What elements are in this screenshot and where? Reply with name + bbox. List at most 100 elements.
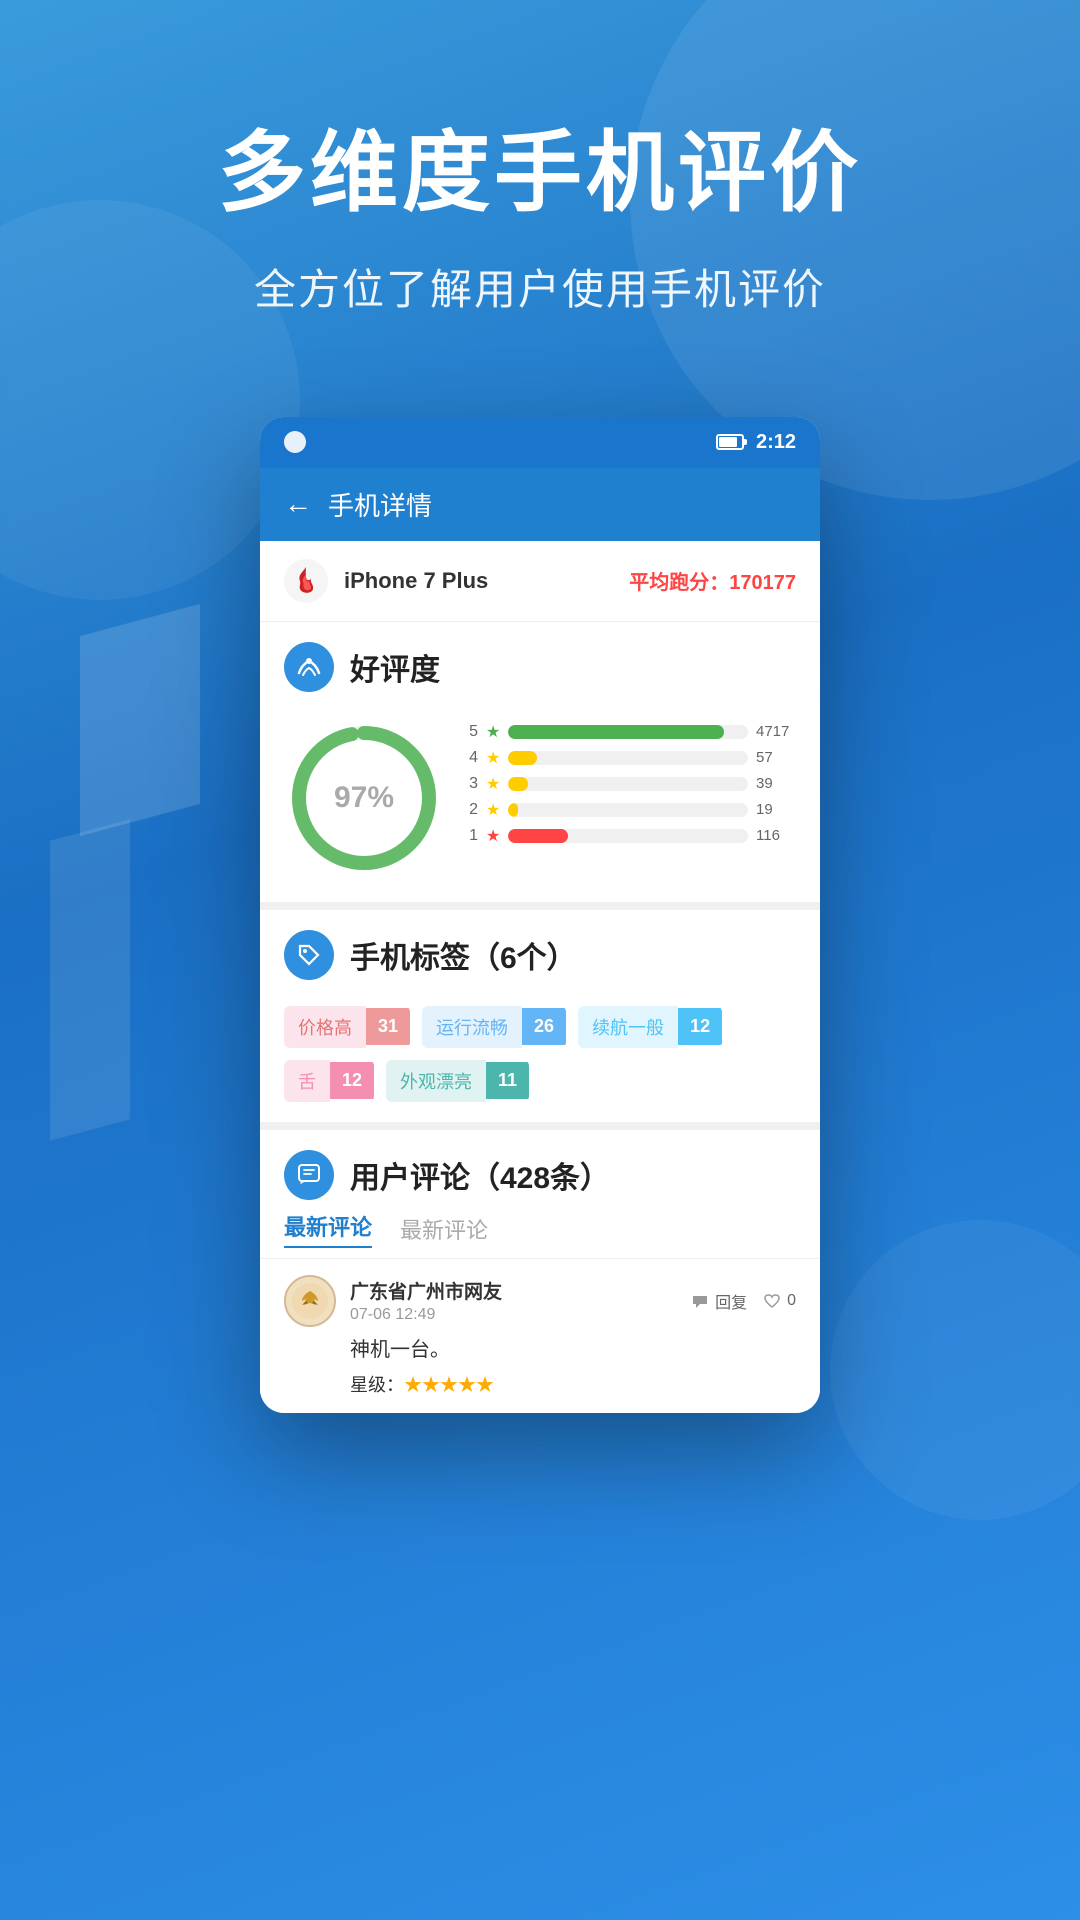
app-icon [284,431,306,453]
hero-title: 多维度手机评价 [0,120,1080,226]
star-icon: ★ [486,826,500,846]
bar-fill [508,725,724,739]
bar-track [508,777,748,791]
bar-row: 1 ★ 116 [464,826,796,846]
rating-section: 好评度 97% 5 ★ 4717 [260,622,820,910]
tag-item[interactable]: 舌 12 [284,1060,374,1102]
bar-fill [508,751,537,765]
star-icon: ★ [486,722,500,742]
bar-star-number: 2 [464,801,478,819]
status-bar: 2:12 [260,417,820,468]
bar-row: 5 ★ 4717 [464,722,796,742]
bar-row: 2 ★ 19 [464,800,796,820]
comments-icon [284,1150,334,1200]
tag-name: 外观漂亮 [386,1060,486,1102]
bar-row: 4 ★ 57 [464,748,796,768]
star-icon: ★ [422,1375,440,1395]
rating-icon [284,642,334,692]
rating-title: 好评度 [350,645,440,689]
comment-body: 神机一台。 [350,1335,796,1365]
rating-percentage: 97% [334,781,394,815]
tag-item[interactable]: 价格高 31 [284,1006,410,1048]
stars-label: 星级： [350,1375,404,1395]
header-title: 手机详情 [328,486,432,523]
star-icon: ★ [486,774,500,794]
star-icon: ★ [476,1375,494,1395]
star-icon: ★ [458,1375,476,1395]
bar-count: 57 [756,749,796,766]
bar-fill [508,803,518,817]
tag-count: 12 [678,1008,722,1045]
bar-track [508,829,748,843]
tag-count: 26 [522,1008,566,1045]
bar-fill [508,829,568,843]
star-icon: ★ [440,1375,458,1395]
tag-name: 运行流畅 [422,1006,522,1048]
comment-like-button[interactable]: 0 [763,1292,796,1310]
comments-header: 用户评论（428条） [260,1130,820,1210]
tags-section: 手机标签（6个） 价格高 31 运行流畅 26 续航一般 12 舌 12 外观漂… [260,910,820,1130]
bar-count: 116 [756,827,796,844]
tag-count: 12 [330,1062,374,1099]
comments-section: 用户评论（428条） 最新评论 最新评论 [260,1130,820,1413]
comment-user-info: 广东省广州市网友 07-06 12:49 [350,1277,502,1324]
comment-user-left: 广东省广州市网友 07-06 12:49 [284,1275,502,1327]
comment-reply-button[interactable]: 回复 [691,1289,747,1313]
bar-fill [508,777,527,791]
bar-row: 3 ★ 39 [464,774,796,794]
phone-score: 平均跑分：170177 [629,566,796,595]
phone-info-row: iPhone 7 Plus 平均跑分：170177 [260,541,820,622]
star-icon: ★ [404,1375,422,1395]
tag-name: 舌 [284,1060,330,1102]
bar-track [508,751,748,765]
inactive-tab: 最新评论 [400,1213,488,1245]
tag-count: 31 [366,1008,410,1045]
bar-count: 4717 [756,723,796,740]
tag-item[interactable]: 续航一般 12 [578,1006,722,1048]
tags-title: 手机标签（6个） [350,933,577,977]
bar-star-number: 3 [464,775,478,793]
comment-user-row: 广东省广州市网友 07-06 12:49 回复 [284,1275,796,1327]
phone-name: iPhone 7 Plus [344,568,613,594]
comment-username: 广东省广州市网友 [350,1277,502,1304]
comment-time: 07-06 12:49 [350,1306,502,1324]
tags-content: 价格高 31 运行流畅 26 续航一般 12 舌 12 外观漂亮 11 [260,996,820,1122]
tag-item[interactable]: 运行流畅 26 [422,1006,566,1048]
bar-count: 39 [756,775,796,792]
rating-header: 好评度 [260,622,820,708]
bar-track [508,803,748,817]
app-header: ← 手机详情 [260,468,820,541]
tags-icon [284,930,334,980]
bar-star-number: 5 [464,723,478,741]
comment-item: 广东省广州市网友 07-06 12:49 回复 [260,1258,820,1413]
back-button[interactable]: ← [284,488,312,520]
bar-track [508,725,748,739]
circular-progress: 97% [284,718,444,878]
bar-star-number: 1 [464,827,478,845]
comments-tabs: 最新评论 最新评论 [260,1210,820,1258]
brand-icon [284,559,328,603]
comments-title: 用户评论（428条） [350,1153,610,1197]
tag-name: 价格高 [284,1006,366,1048]
phone-mockup: 2:12 ← 手机详情 iPhone 7 Plus 平均跑分：170177 [0,417,1080,1413]
comment-stars: 星级：★★★★★ [350,1371,796,1397]
rating-content: 97% 5 ★ 4717 4 ★ 57 3 ★ 39 2 ★ 19 [260,708,820,902]
tag-name: 续航一般 [578,1006,678,1048]
bar-count: 19 [756,801,796,818]
battery-icon [716,434,744,450]
status-time: 2:12 [756,431,796,454]
tags-header: 手机标签（6个） [260,910,820,996]
bar-chart: 5 ★ 4717 4 ★ 57 3 ★ 39 2 ★ 19 1 ★ 116 [464,718,796,846]
status-bar-right: 2:12 [716,431,796,454]
tag-count: 11 [486,1062,529,1099]
star-icon: ★ [486,748,500,768]
phone-screen: 2:12 ← 手机详情 iPhone 7 Plus 平均跑分：170177 [260,417,820,1413]
hero-subtitle: 全方位了解用户使用手机评价 [0,256,1080,317]
comment-actions: 回复 0 [691,1289,796,1313]
hero-section: 多维度手机评价 全方位了解用户使用手机评价 [0,0,1080,377]
latest-tab[interactable]: 最新评论 [284,1210,372,1248]
comment-avatar [284,1275,336,1327]
tag-item[interactable]: 外观漂亮 11 [386,1060,529,1102]
bar-star-number: 4 [464,749,478,767]
star-icon: ★ [486,800,500,820]
